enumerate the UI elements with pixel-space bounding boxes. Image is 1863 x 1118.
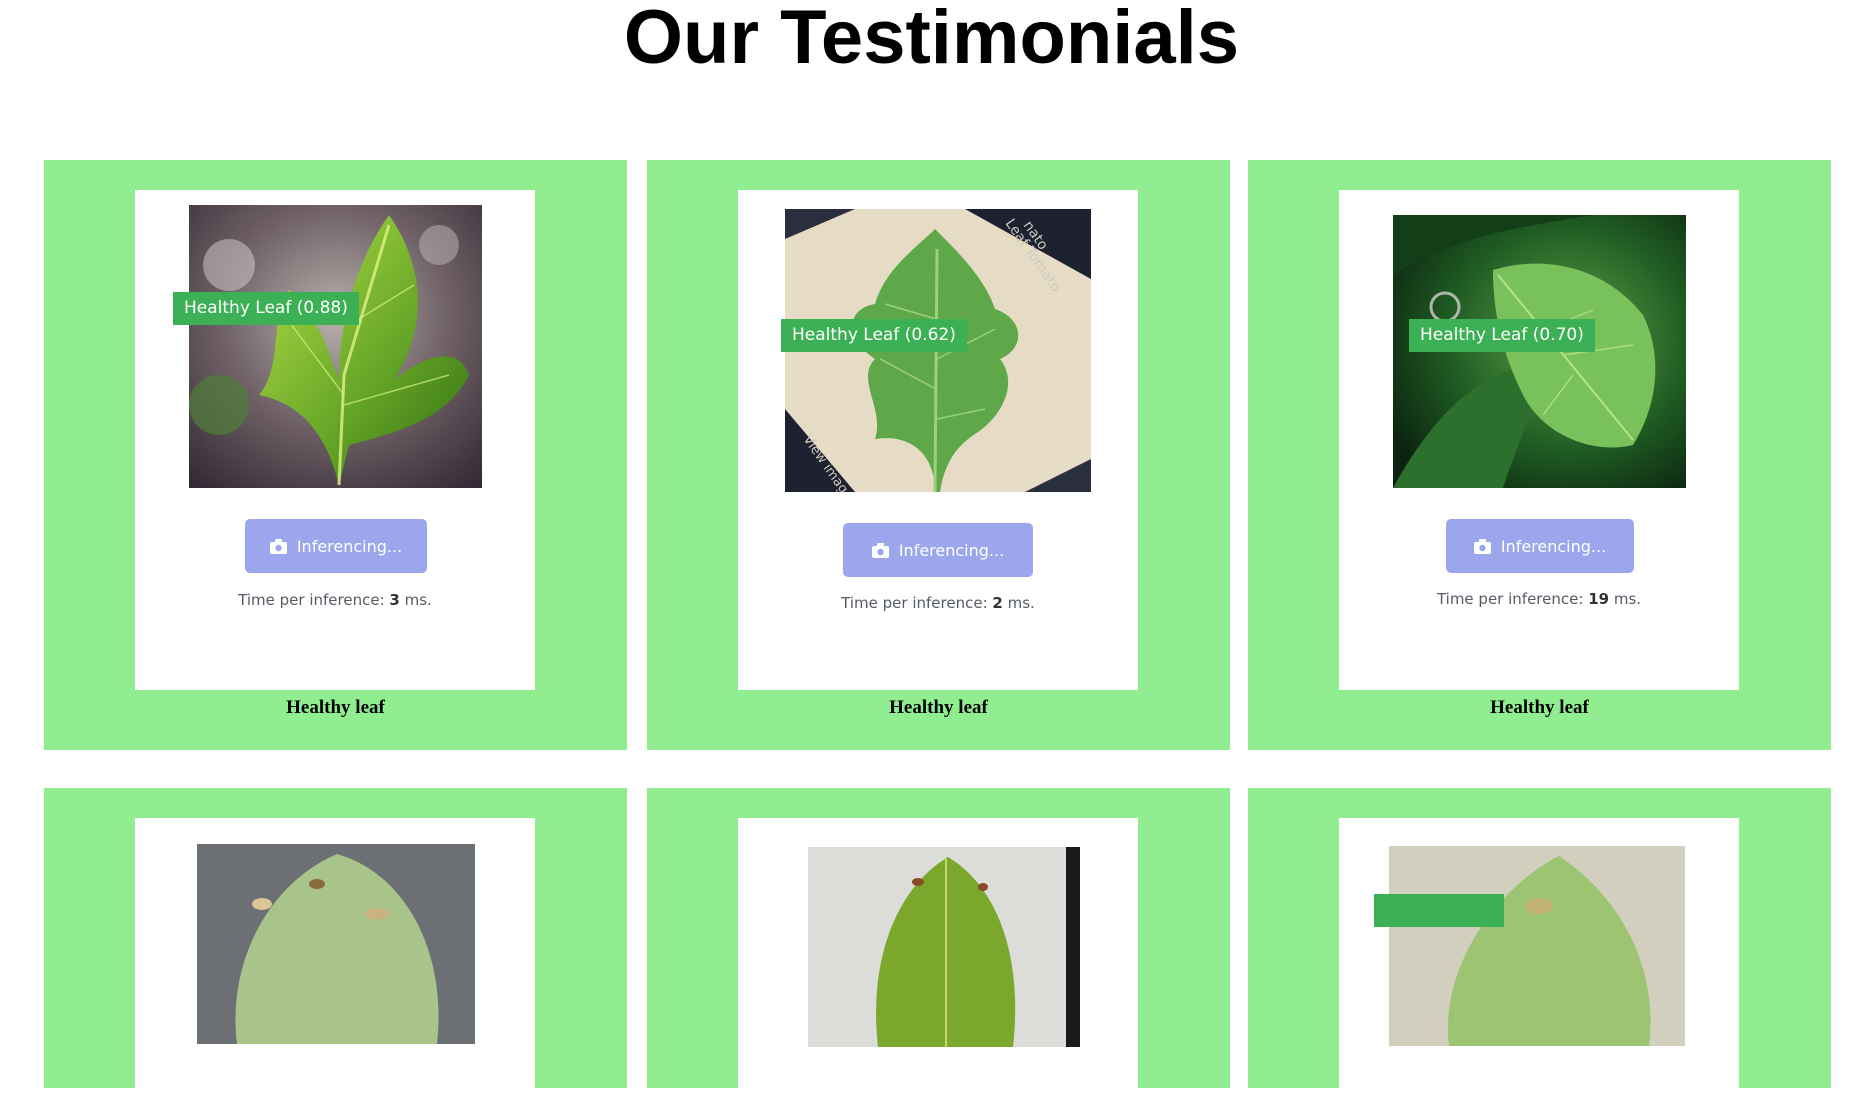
inference-time: Time per inference: 2 ms. (841, 594, 1035, 612)
leaf-photo (808, 847, 1080, 1047)
inference-ms: 19 (1588, 590, 1610, 608)
inference-time: Time per inference: 3 ms. (238, 591, 432, 609)
detection-label: Healthy Leaf (0.62) (781, 319, 967, 352)
inference-ms: 2 (992, 594, 1003, 612)
testimonial-panel (1339, 818, 1739, 1118)
camera-icon (269, 538, 287, 554)
inferencing-button[interactable]: Inferencing... (1446, 519, 1634, 573)
testimonial-card: Healthy Leaf (0.70) Inferencing... Time … (1248, 160, 1831, 750)
testimonial-panel (738, 818, 1138, 1118)
testimonial-card: nato Leaf Tomato View imag Healthy Leaf … (647, 160, 1230, 750)
testimonial-panel: nato Leaf Tomato View imag Healthy Leaf … (738, 190, 1138, 690)
testimonial-card: Healthy Leaf (0.88) Inferencing... Time … (44, 160, 627, 750)
page-title: Our Testimonials (623, 0, 1240, 80)
testimonial-card (44, 788, 627, 1118)
detection-label: Healthy Leaf (0.70) (1409, 319, 1595, 352)
inferencing-button-label: Inferencing... (898, 540, 1005, 560)
inference-time: Time per inference: 19 ms. (1436, 590, 1642, 608)
testimonial-panel: Healthy Leaf (0.70) Inferencing... Time … (1339, 190, 1739, 690)
inference-ms: 3 (389, 591, 400, 609)
inferencing-button-label: Inferencing... (296, 536, 403, 556)
leaf-photo (1389, 846, 1685, 1046)
camera-icon (871, 542, 889, 558)
leaf-photo (197, 844, 475, 1044)
testimonial-card (1248, 788, 1831, 1118)
testimonial-panel: Healthy Leaf (0.88) Inferencing... Time … (135, 190, 535, 690)
card-caption: Healthy leaf (889, 697, 988, 718)
inferencing-button-label: Inferencing... (1500, 536, 1607, 556)
card-caption: Healthy leaf (1490, 697, 1589, 718)
leaf-photo (189, 205, 482, 488)
inferencing-button[interactable]: Inferencing... (245, 519, 427, 573)
detection-label (1374, 894, 1504, 927)
testimonial-card (647, 788, 1230, 1118)
card-caption: Healthy leaf (286, 697, 385, 718)
camera-icon (1473, 538, 1491, 554)
detection-label: Healthy Leaf (0.88) (173, 292, 359, 325)
inferencing-button[interactable]: Inferencing... (843, 523, 1033, 577)
testimonial-panel (135, 818, 535, 1118)
